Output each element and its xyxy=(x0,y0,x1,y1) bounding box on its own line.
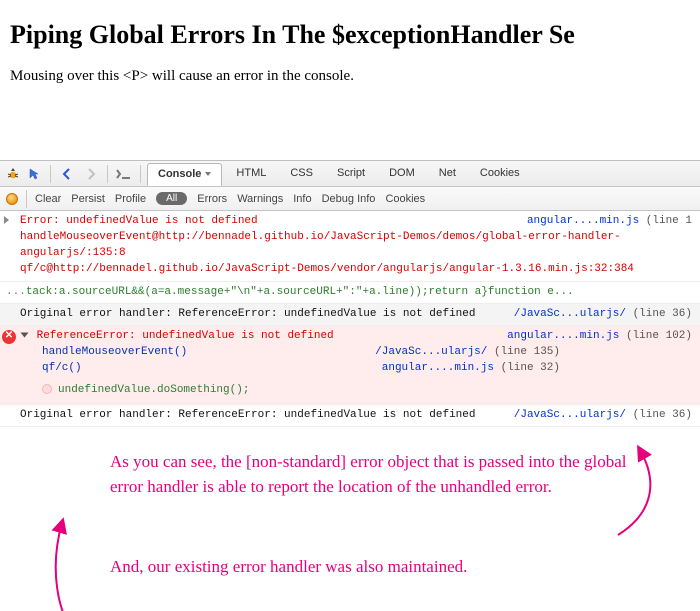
console-filter-bar: Clear Persist Profile All Errors Warning… xyxy=(0,187,700,211)
stack-frame-fn: handleMouseoverEvent() xyxy=(42,346,187,358)
stack-frame[interactable]: /JavaSc...ularjs/ (line 135) handleMouse… xyxy=(20,344,694,360)
source-link[interactable]: angular....min.js xyxy=(507,330,619,342)
error-stack-line: handleMouseoverEvent@http://bennadel.git… xyxy=(20,229,694,261)
filter-all[interactable]: All xyxy=(156,192,187,205)
error-message: ReferenceError: undefinedValue is not de… xyxy=(37,330,334,342)
disclosure-triangle-icon[interactable] xyxy=(4,216,9,224)
console-error-expanded[interactable]: ✕ angular....min.js (line 102) Reference… xyxy=(0,326,700,405)
firebug-icon[interactable] xyxy=(6,167,20,181)
page-subtitle: Mousing over this <P> will cause an erro… xyxy=(0,68,700,85)
source-line: (line 36) xyxy=(633,409,692,421)
console-log[interactable]: /JavaSc...ularjs/ (line 36) Original err… xyxy=(0,304,700,326)
filter-debug-info[interactable]: Debug Info xyxy=(322,193,376,205)
inspect-icon[interactable] xyxy=(24,164,44,184)
stack-code: tack:a.sourceURL&&(a=a.message+"\n"+a.so… xyxy=(26,286,574,298)
page-title: Piping Global Errors In The $exceptionHa… xyxy=(0,0,700,68)
annotation-text-2: And, our existing error handler was also… xyxy=(110,555,630,580)
error-icon: ✕ xyxy=(2,330,16,344)
filter-errors[interactable]: Errors xyxy=(197,193,227,205)
source-line: (line 135) xyxy=(494,346,560,358)
annotation-text-1: As you can see, the [non-standard] error… xyxy=(110,450,630,499)
persist-toggle[interactable]: Persist xyxy=(71,193,105,205)
tab-dom[interactable]: DOM xyxy=(379,163,425,184)
tab-script[interactable]: Script xyxy=(327,163,375,184)
source-link[interactable]: angular....min.js xyxy=(382,362,494,374)
source-link[interactable]: /JavaSc...ularjs/ xyxy=(514,308,626,320)
nav-forward-icon[interactable] xyxy=(81,164,101,184)
toolbar-separator xyxy=(50,165,51,183)
error-stack-line: qf/c@http://bennadel.github.io/JavaScrip… xyxy=(20,261,694,277)
tab-cookies[interactable]: Cookies xyxy=(470,163,530,184)
breakpoint-dot-icon xyxy=(42,384,52,394)
source-line: (line 32) xyxy=(501,362,560,374)
stack-frame-fn: qf/c() xyxy=(42,362,82,374)
console-log[interactable]: /JavaSc...ularjs/ (line 36) Original err… xyxy=(0,405,700,427)
log-text: Original error handler: ReferenceError: … xyxy=(20,308,475,320)
source-line: (line 1 xyxy=(646,215,692,227)
console-error[interactable]: angular....min.js (line 1 Error: undefin… xyxy=(0,211,700,282)
filter-cookies[interactable]: Cookies xyxy=(385,193,425,205)
tab-css[interactable]: CSS xyxy=(280,163,323,184)
source-line: (line 102) xyxy=(626,330,692,342)
clear-button[interactable]: Clear xyxy=(35,193,61,205)
source-link[interactable]: /JavaSc...ularjs/ xyxy=(514,409,626,421)
tab-html[interactable]: HTML xyxy=(226,163,276,184)
devtools-toolbar: Console HTML CSS Script DOM Net Cookies xyxy=(0,161,700,187)
disclosure-triangle-icon[interactable] xyxy=(21,333,29,338)
break-on-error-icon[interactable] xyxy=(6,193,18,205)
toolbar-separator xyxy=(107,165,108,183)
tab-console[interactable]: Console xyxy=(147,163,222,186)
profile-button[interactable]: Profile xyxy=(115,193,146,205)
filter-warnings[interactable]: Warnings xyxy=(237,193,283,205)
devtools-panel: Console HTML CSS Script DOM Net Cookies … xyxy=(0,160,700,611)
console-output: angular....min.js (line 1 Error: undefin… xyxy=(0,211,700,427)
error-expression: undefinedValue.doSomething(); xyxy=(20,382,694,398)
command-line-icon[interactable] xyxy=(114,164,134,184)
source-line: (line 36) xyxy=(633,308,692,320)
nav-back-icon[interactable] xyxy=(57,164,77,184)
source-link[interactable]: /JavaSc...ularjs/ xyxy=(375,346,487,358)
filter-info[interactable]: Info xyxy=(293,193,311,205)
toolbar-separator xyxy=(140,165,141,183)
stack-frame[interactable]: angular....min.js (line 32) qf/c() xyxy=(20,360,694,376)
toolbar-separator xyxy=(26,190,27,208)
ellipsis: ... xyxy=(6,286,26,298)
log-text: Original error handler: ReferenceError: … xyxy=(20,409,475,421)
source-link[interactable]: angular....min.js xyxy=(527,215,639,227)
tab-net[interactable]: Net xyxy=(429,163,466,184)
console-stack-continuation: ...tack:a.sourceURL&&(a=a.message+"\n"+a… xyxy=(0,282,700,304)
